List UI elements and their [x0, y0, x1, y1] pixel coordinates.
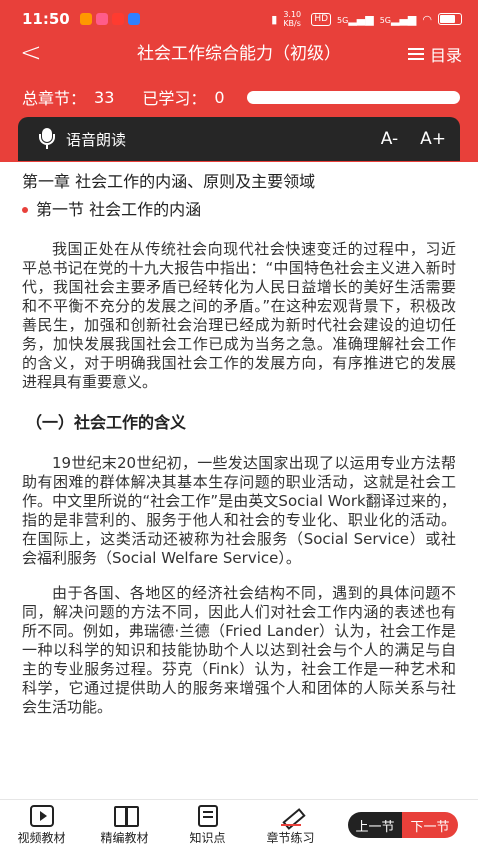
- note-icon: [197, 804, 218, 827]
- tab-label: 章节练习: [266, 830, 315, 845]
- back-button[interactable]: <: [20, 38, 42, 68]
- video-icon: [29, 804, 54, 827]
- status-icons: ▮ 3.10 KB/s HD 5G▂▄▆ 5G▂▄▆ ◠: [271, 10, 462, 28]
- signal-label: 5G: [337, 15, 349, 25]
- section-nav: 上一节 下一节: [348, 812, 458, 838]
- tab-edited-material[interactable]: 精编教材: [83, 805, 166, 846]
- font-size-controls: A- A+: [381, 129, 446, 149]
- total-chapters-label: 总章节：: [22, 89, 87, 108]
- paragraph: 我国正处在从传统社会向现代社会快速变迁的过程中，习近平总书记在党的十九大报告中指…: [22, 240, 456, 391]
- notification-app-icon: [111, 13, 124, 25]
- paragraph: 由于各国、各地区的经济社会结构不同，遇到的具体问题不同，解决问题的方法不同，因此…: [22, 584, 456, 716]
- progress-bar: [246, 90, 460, 104]
- battery-icon: [438, 13, 462, 25]
- menu-icon: [407, 47, 424, 61]
- learned-value: 0: [214, 87, 225, 107]
- vibrate-icon: ▮: [271, 12, 278, 26]
- prev-section-button[interactable]: 上一节: [348, 812, 402, 838]
- header-area: 11:50 ▮ 3.10 KB/s HD 5G▂▄▆ 5G▂▄▆ ◠ < 社会工…: [0, 0, 478, 162]
- voice-read-bar[interactable]: 语音朗读 A- A+: [18, 117, 460, 161]
- notification-app-icon: [127, 13, 140, 25]
- subheading: （一）社会工作的含义: [26, 413, 187, 432]
- chapter-title: 第一章 社会工作的内涵、原则及主要领域: [22, 172, 316, 191]
- microphone-icon: [38, 128, 56, 150]
- nav-bar: < 社会工作综合能力（初级） 目录: [0, 38, 478, 70]
- hd-badge: HD: [311, 12, 332, 26]
- tab-video-material[interactable]: 视频教材: [0, 804, 83, 846]
- font-increase-button[interactable]: A+: [420, 129, 446, 149]
- learned-label: 已学习：: [142, 89, 207, 108]
- tab-knowledge-points[interactable]: 知识点: [166, 804, 249, 846]
- section-title: 第一节 社会工作的内涵: [22, 198, 456, 222]
- voice-read-label: 语音朗读: [66, 130, 127, 149]
- progress-row: 总章节： 33 已学习： 0: [22, 84, 460, 110]
- section-bullet: [22, 207, 28, 213]
- tab-label: 知识点: [189, 830, 226, 845]
- pen-icon: [279, 805, 303, 827]
- status-bar: 11:50 ▮ 3.10 KB/s HD 5G▂▄▆ 5G▂▄▆ ◠: [0, 0, 478, 38]
- signal-icon: 5G▂▄▆: [337, 12, 374, 26]
- catalog-button[interactable]: 目录: [407, 42, 462, 66]
- section-title-text: 第一节 社会工作的内涵: [36, 200, 202, 219]
- paragraph: 19世纪末20世纪初，一些发达国家出现了以运用专业方法帮助有困难的群体解决其基本…: [22, 454, 456, 567]
- notification-app-icon: [79, 13, 92, 25]
- signal-label: 5G: [379, 15, 391, 25]
- next-section-button[interactable]: 下一节: [402, 812, 458, 838]
- status-time: 11:50: [22, 10, 70, 28]
- signal-icon: 5G▂▄▆: [379, 12, 417, 26]
- catalog-label: 目录: [429, 46, 462, 65]
- reading-content[interactable]: 第一章 社会工作的内涵、原则及主要领域 第一节 社会工作的内涵 我国正处在从传统…: [0, 162, 478, 799]
- notification-app-icon: [95, 13, 108, 25]
- tab-label: 视频教材: [17, 830, 66, 845]
- tab-chapter-exercises[interactable]: 章节练习: [249, 805, 332, 846]
- tab-label: 精编教材: [100, 830, 149, 845]
- wifi-icon: ◠: [422, 12, 432, 26]
- bottom-toolbar: 视频教材 精编教材 知识点 章节练习 上一节 下一节: [0, 799, 478, 850]
- page-title: 社会工作综合能力（初级）: [137, 44, 341, 64]
- font-decrease-button[interactable]: A-: [381, 129, 398, 149]
- book-icon: [113, 805, 139, 827]
- network-speed: 3.10 KB/s: [283, 10, 302, 28]
- total-chapters-value: 33: [94, 87, 115, 107]
